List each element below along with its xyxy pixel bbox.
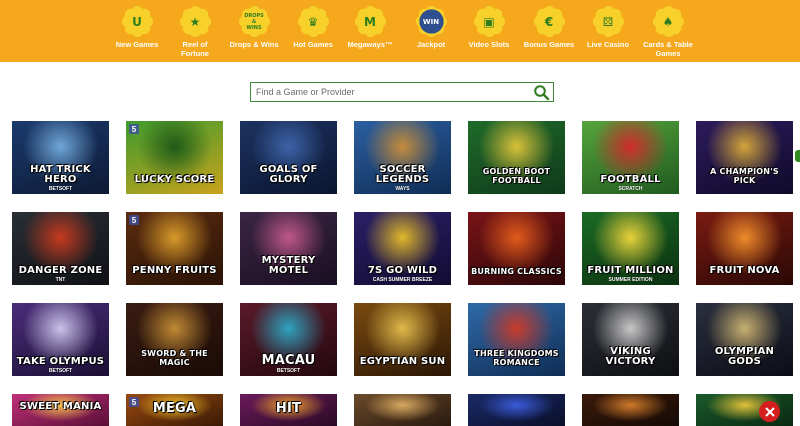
game-title: Macau: [261, 353, 316, 368]
game-subtitle: CASH SUMMER BREEZE: [372, 277, 433, 283]
game-tile[interactable]: Viking Victory: [582, 303, 679, 376]
search-input[interactable]: [251, 83, 526, 101]
search-bar: [250, 82, 554, 102]
game-tile[interactable]: Take Olympus BETSOFT: [12, 303, 109, 376]
game-title: Penny Fruits: [132, 265, 217, 276]
nav-badge-glyph: ♠: [662, 14, 674, 29]
nav-badge-glyph: ⚄: [602, 14, 614, 29]
game-tile[interactable]: [582, 394, 679, 426]
nav-item-cards-table[interactable]: ♠ Cards & Table Games: [623, 6, 713, 58]
game-title: 7s Go Wild: [367, 265, 438, 276]
jackpot-icon: WIN: [415, 6, 447, 37]
game-tile[interactable]: Olympian Gods: [696, 303, 793, 376]
nav-badge-glyph: €: [544, 14, 554, 29]
game-title: Football: [600, 174, 661, 185]
game-title: Fruit Million: [587, 265, 674, 276]
search-icon[interactable]: [533, 84, 550, 101]
game-subtitle: BETSOFT: [48, 186, 73, 192]
game-tile[interactable]: Macau BETSOFT: [240, 303, 337, 376]
game-title: Goals of Glory: [259, 164, 318, 185]
game-title: Hat Trick Hero: [30, 164, 91, 185]
close-icon: [764, 406, 775, 417]
game-tile[interactable]: Hat Trick Hero BETSOFT: [12, 121, 109, 194]
game-tile[interactable]: Mystery Motel: [240, 212, 337, 285]
game-thumbnail: [468, 394, 565, 426]
game-tile[interactable]: Fruit Million SUMMER EDITION: [582, 212, 679, 285]
game-tile[interactable]: Fruit Nova: [696, 212, 793, 285]
live-casino-icon: ⚄: [592, 6, 624, 37]
new-games-icon: U: [121, 6, 153, 37]
game-tile[interactable]: 5 Mega: [126, 394, 223, 426]
game-title: Fruit Nova: [709, 265, 780, 276]
game-tile[interactable]: Golden Boot Football: [468, 121, 565, 194]
game-subtitle: BETSOFT: [48, 368, 73, 374]
game-tile[interactable]: Hit: [240, 394, 337, 426]
game-title: Soccer Legends: [375, 164, 430, 185]
game-tile[interactable]: Soccer Legends WAYS: [354, 121, 451, 194]
game-tile[interactable]: [354, 394, 451, 426]
hot-games-icon: ♛: [297, 6, 329, 37]
game-tile[interactable]: Danger Zone TNT: [12, 212, 109, 285]
game-tile[interactable]: 7s Go Wild CASH SUMMER BREEZE: [354, 212, 451, 285]
game-subtitle: WAYS: [395, 186, 410, 192]
game-thumbnail: [354, 394, 451, 426]
cards-table-icon: ♠: [652, 6, 684, 37]
game-title: Olympian Gods: [714, 346, 775, 367]
game-title: Mystery Motel: [261, 255, 316, 276]
game-tile[interactable]: Egyptian Sun: [354, 303, 451, 376]
game-subtitle: TNT: [55, 277, 66, 283]
game-title: Lucky Score: [134, 174, 215, 185]
drops-wins-icon: DROPS & WINS: [238, 6, 270, 37]
game-tile[interactable]: Sweet Mania: [12, 394, 109, 426]
category-nav: U New Games ★ Reel of Fortune DROPS & WINS Dr…: [0, 0, 800, 62]
side-tab[interactable]: [795, 150, 800, 162]
game-title: Three Kingdoms Romance: [474, 349, 559, 367]
game-title: Burning Classics: [471, 267, 562, 276]
close-button[interactable]: [759, 401, 780, 422]
nav-badge-glyph: M: [364, 14, 376, 29]
nav-badge-glyph: DROPS & WINS: [244, 12, 264, 31]
game-tile[interactable]: Three Kingdoms Romance: [468, 303, 565, 376]
game-title: Danger Zone: [18, 265, 103, 276]
game-thumbnail: [582, 394, 679, 426]
game-tile[interactable]: Sword & the Magic: [126, 303, 223, 376]
game-title: Mega: [152, 401, 197, 416]
game-subtitle: BETSOFT: [276, 368, 301, 374]
game-title: Hit: [275, 401, 302, 416]
game-tile[interactable]: A Champion's Pick: [696, 121, 793, 194]
game-title: Egyptian Sun: [359, 356, 446, 367]
lines-badge: 5: [129, 124, 139, 134]
game-tile[interactable]: Goals of Glory: [240, 121, 337, 194]
game-title: Golden Boot Football: [482, 167, 551, 185]
nav-badge-glyph: ★: [189, 14, 201, 29]
video-slots-icon: ▣: [473, 6, 505, 37]
game-title: Sword & the Magic: [141, 349, 208, 367]
nav-badge-glyph: ♛: [307, 14, 319, 29]
game-tile[interactable]: Burning Classics: [468, 212, 565, 285]
game-tile[interactable]: Football SCRATCH: [582, 121, 679, 194]
game-subtitle: SUMMER EDITION: [608, 277, 653, 283]
game-title: A Champion's Pick: [710, 167, 779, 185]
game-tile[interactable]: 5 Lucky Score: [126, 121, 223, 194]
game-tile[interactable]: 5 Penny Fruits: [126, 212, 223, 285]
game-title: Viking Victory: [605, 346, 656, 367]
game-tile[interactable]: [468, 394, 565, 426]
reel-of-fortune-icon: ★: [179, 6, 211, 37]
game-title: Take Olympus: [16, 356, 105, 367]
nav-badge-glyph: U: [132, 14, 142, 29]
game-title: Sweet Mania: [19, 401, 102, 412]
megaways-icon: M: [354, 6, 386, 37]
bonus-games-icon: €: [533, 6, 565, 37]
nav-badge-glyph: WIN: [415, 6, 447, 37]
game-subtitle: SCRATCH: [618, 186, 643, 192]
nav-badge-glyph: ▣: [483, 14, 495, 29]
lines-badge: 5: [129, 215, 139, 225]
nav-label: Cards & Table Games: [643, 40, 693, 58]
